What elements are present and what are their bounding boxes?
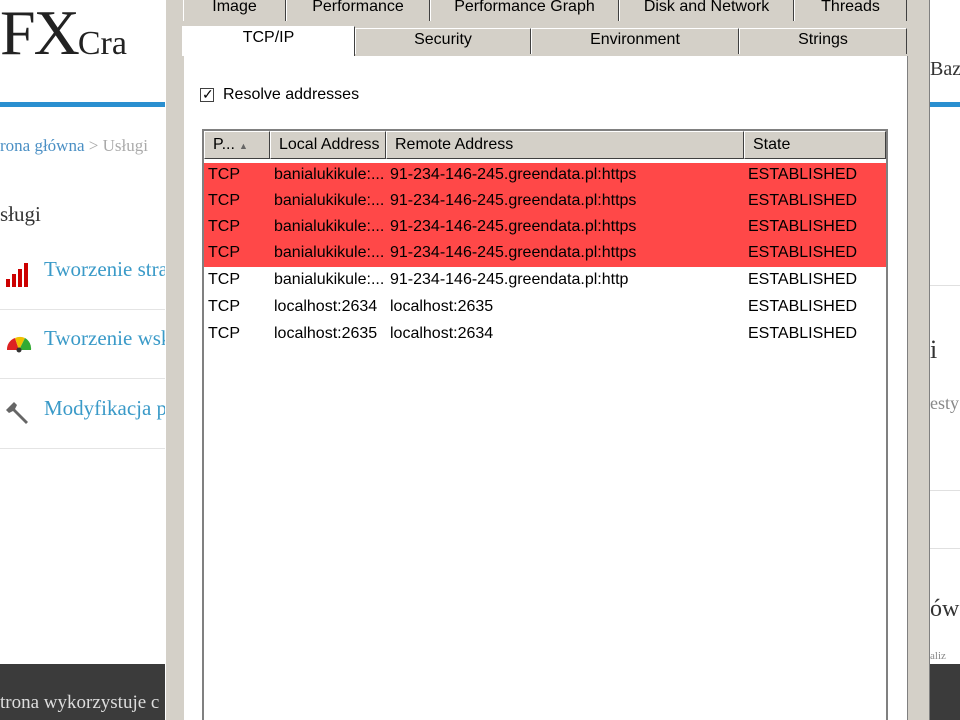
right-fragment: esty: [930, 393, 959, 413]
table-row[interactable]: TCP localhost:2634 localhost:2635 ESTABL…: [204, 295, 886, 321]
column-header-state[interactable]: State: [744, 131, 886, 159]
cell-local-address: localhost:2634: [274, 298, 378, 315]
table-row[interactable]: TCP banialukikule:... 91-234-146-245.gre…: [204, 215, 886, 241]
cell-protocol: TCP: [208, 271, 240, 288]
cell-state: ESTABLISHED: [748, 325, 858, 342]
table-row[interactable]: TCP banialukikule:... 91-234-146-245.gre…: [204, 189, 886, 215]
list-header: P... ▲ Local Address Remote Address State: [204, 131, 886, 159]
cell-remote-address: 91-234-146-245.greendata.pl:https: [390, 166, 637, 183]
cookie-text: trona wykorzystuje c: [0, 692, 160, 713]
cell-local-address: banialukikule:...: [274, 244, 385, 261]
service-label: Modyfikacja p: [44, 396, 168, 420]
right-fragment: aliz: [930, 650, 946, 662]
header-accent-bar-right: [930, 102, 960, 107]
signal-bars-icon: [6, 263, 28, 287]
column-header-local-address[interactable]: Local Address: [270, 131, 386, 159]
cell-state: ESTABLISHED: [748, 218, 858, 235]
tab-security[interactable]: Security: [355, 28, 531, 54]
resolve-addresses-label[interactable]: Resolve addresses: [223, 86, 359, 104]
table-row[interactable]: TCP banialukikule:... 91-234-146-245.gre…: [204, 268, 886, 294]
breadcrumb-home-link[interactable]: rona główna: [0, 136, 85, 155]
tab-disk-and-network[interactable]: Disk and Network: [619, 0, 794, 21]
tab-environment[interactable]: Environment: [531, 28, 739, 54]
cell-remote-address: 91-234-146-245.greendata.pl:https: [390, 192, 637, 209]
sort-ascending-icon: ▲: [238, 141, 248, 151]
cell-remote-address: 91-234-146-245.greendata.pl:https: [390, 244, 637, 261]
cell-protocol: TCP: [208, 298, 240, 315]
cell-local-address: banialukikule:...: [274, 166, 385, 183]
tab-threads[interactable]: Threads: [794, 0, 907, 21]
wrench-icon: [6, 402, 28, 424]
service-item[interactable]: Tworzenie stra: [0, 241, 168, 310]
tab-tcpip[interactable]: TCP/IP: [182, 26, 355, 56]
gauge-icon: [6, 336, 32, 353]
right-fragment: Baz: [930, 58, 960, 80]
divider: [930, 548, 960, 549]
cell-local-address: banialukikule:...: [274, 271, 385, 288]
cell-remote-address: 91-234-146-245.greendata.pl:https: [390, 218, 637, 235]
divider: [930, 490, 960, 491]
cell-remote-address: localhost:2635: [390, 298, 494, 315]
cell-state: ESTABLISHED: [748, 166, 858, 183]
table-row[interactable]: TCP banialukikule:... 91-234-146-245.gre…: [204, 241, 886, 267]
column-header-remote-address[interactable]: Remote Address: [386, 131, 744, 159]
table-row[interactable]: TCP localhost:2635 localhost:2634 ESTABL…: [204, 322, 886, 348]
logo-small-text: Cra: [77, 25, 127, 62]
breadcrumb-separator: >: [88, 136, 99, 155]
divider: [930, 285, 960, 286]
tab-strings[interactable]: Strings: [739, 28, 907, 54]
section-title: sługi: [0, 202, 41, 226]
cell-state: ESTABLISHED: [748, 298, 858, 315]
cell-protocol: TCP: [208, 192, 240, 209]
cookie-bar: trona wykorzystuje c: [0, 664, 165, 720]
cell-state: ESTABLISHED: [748, 244, 858, 261]
checkmark-icon: ✓: [202, 86, 214, 102]
cell-protocol: TCP: [208, 244, 240, 261]
breadcrumb-current: Usługi: [102, 136, 148, 155]
cell-protocol: TCP: [208, 218, 240, 235]
logo-big-text: FX: [0, 0, 80, 68]
connections-list[interactable]: P... ▲ Local Address Remote Address State…: [202, 129, 888, 720]
cell-state: ESTABLISHED: [748, 271, 858, 288]
cookie-bar-right: [930, 664, 960, 720]
resolve-addresses-checkbox[interactable]: ✓: [200, 86, 214, 102]
header-accent-bar: [0, 102, 165, 107]
service-item[interactable]: Tworzenie wsk: [0, 310, 171, 379]
tab-performance-graph[interactable]: Performance Graph: [430, 0, 619, 21]
cell-remote-address: localhost:2634: [390, 325, 494, 342]
cell-state: ESTABLISHED: [748, 192, 858, 209]
table-row[interactable]: TCP banialukikule:... 91-234-146-245.gre…: [204, 163, 886, 189]
cell-local-address: banialukikule:...: [274, 218, 385, 235]
right-fragment: i: [930, 335, 938, 364]
cell-remote-address: 91-234-146-245.greendata.pl:http: [390, 271, 629, 288]
cell-local-address: banialukikule:...: [274, 192, 385, 209]
service-item[interactable]: Modyfikacja p: [0, 380, 168, 449]
tab-performance[interactable]: Performance: [286, 0, 430, 21]
column-header-protocol[interactable]: P... ▲: [204, 131, 270, 159]
service-label: Tworzenie stra: [44, 257, 168, 281]
site-logo[interactable]: FXCra: [0, 0, 127, 70]
breadcrumb: rona główna > Usługi: [0, 136, 148, 156]
tab-image[interactable]: Image: [183, 0, 286, 21]
service-label: Tworzenie wsk: [44, 326, 172, 350]
cell-protocol: TCP: [208, 166, 240, 183]
right-fragment: ów: [930, 596, 960, 622]
cell-protocol: TCP: [208, 325, 240, 342]
cell-local-address: localhost:2635: [274, 325, 378, 342]
